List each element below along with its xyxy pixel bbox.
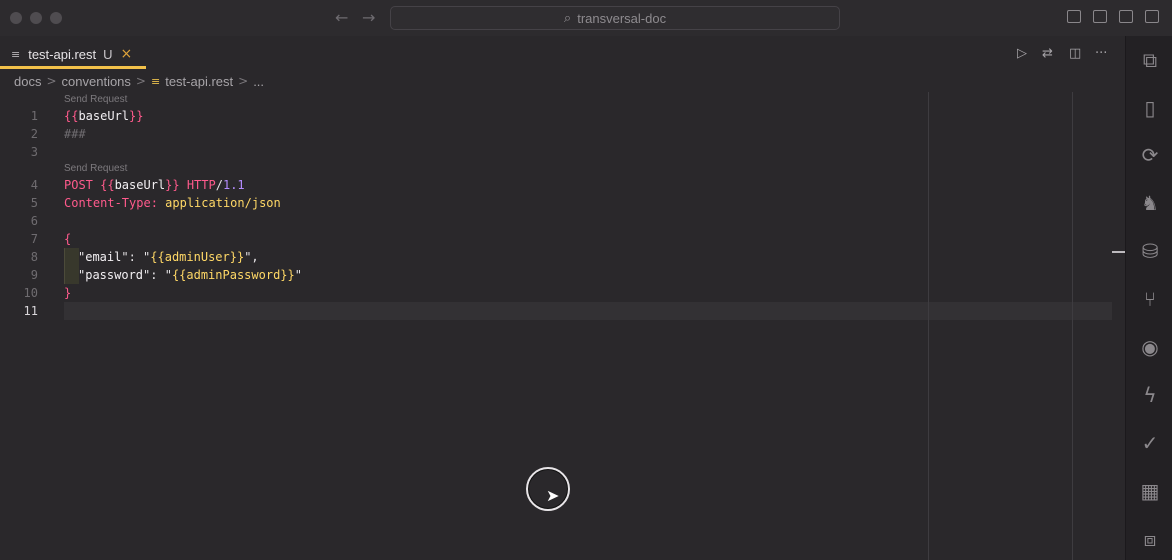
code-line-4: POST {{baseUrl}} HTTP/1.1 [64,178,245,192]
breadcrumb-conventions[interactable]: conventions [62,74,131,89]
code-line-8: "email": "{{adminUser}}", [78,250,259,264]
indent-guide [64,248,79,284]
compare-changes-icon[interactable]: ⇄ [1042,46,1053,61]
notebook-icon[interactable]: ▯ [1138,96,1162,120]
github-icon[interactable]: ◉ [1138,335,1162,359]
thunder-client-icon[interactable]: ϟ [1138,383,1162,407]
send-request-codelens[interactable]: Send Request [64,94,127,105]
editor-ruler [1072,92,1073,560]
search-icon: ⌕ [563,10,572,26]
rest-file-icon: ≡ [150,74,161,88]
send-request-codelens[interactable]: Send Request [64,163,127,174]
git-graph-icon[interactable]: ⑂ [1138,287,1162,311]
breadcrumb-symbols[interactable]: ... [253,74,264,89]
line-number: 7 [30,232,38,246]
code-line-2: ### [64,127,86,141]
line-number: 8 [30,250,38,264]
editor-ruler [928,92,929,560]
close-window-button[interactable] [10,12,22,24]
more-actions-icon[interactable]: ··· [1095,46,1107,61]
back-icon[interactable]: ← [335,8,348,27]
code-line-5: Content-Type: application/json [64,196,281,210]
workspace-name: transversal-doc [577,10,667,26]
database-icon[interactable]: ⛁ [1138,239,1162,263]
chevron-right-icon: > [238,74,249,88]
chevron-right-icon: > [46,74,57,88]
run-icon[interactable]: ▷ [1017,46,1027,61]
toggle-panel-icon[interactable] [1093,10,1107,23]
code-line-7: { [64,232,72,246]
line-number: 6 [30,214,38,228]
remote-explorer-icon[interactable]: ⧉ [1138,48,1162,72]
docker-icon[interactable]: ▦ [1138,479,1162,503]
rest-file-icon: ≡ [11,47,21,61]
source-control-icon[interactable]: ⟳ [1138,143,1162,167]
breadcrumb: docs > conventions > ≡ test-api.rest > .… [14,72,264,90]
extensions-icon[interactable]: ⧈ [1138,527,1162,551]
line-number: 3 [30,145,38,159]
toggle-secondary-sidebar-icon[interactable] [1119,10,1133,23]
mouse-cursor-icon: ➤ [546,486,560,505]
line-number: 9 [30,268,38,282]
activity-bar: ⧉ ▯ ⟳ ♞ ⛁ ⑂ ◉ ϟ ✓ ▦ ⧈ [1125,36,1172,560]
active-tab-indicator [0,66,146,69]
minimize-window-button[interactable] [30,12,42,24]
forward-icon[interactable]: → [362,8,375,27]
untracked-status: U [103,46,113,62]
editor-tab-bar: ≡ test-api.rest U × [0,36,1125,71]
chevron-right-icon: > [135,74,146,88]
tab-label: test-api.rest [28,46,97,62]
testing-icon[interactable]: ✓ [1138,431,1162,455]
overview-ruler-marker [1112,251,1125,253]
code-line-9: "password": "{{adminPassword}}" [78,268,302,282]
breadcrumb-file[interactable]: test-api.rest [165,74,233,89]
zoom-window-button[interactable] [50,12,62,24]
line-number: 5 [30,196,38,210]
title-bar: ← → ⌕ transversal-doc [0,0,1172,37]
line-number-active: 11 [23,304,38,318]
current-line-highlight [64,302,1112,320]
breadcrumb-docs[interactable]: docs [14,74,41,89]
line-number: 2 [30,127,38,141]
code-line-10: } [64,286,72,300]
line-number: 1 [30,109,38,123]
postgres-icon[interactable]: ♞ [1138,191,1162,215]
command-center-search[interactable]: ⌕ transversal-doc [390,6,840,30]
customize-layout-icon[interactable] [1145,10,1159,23]
line-number: 4 [30,178,38,192]
close-icon[interactable]: × [121,46,133,62]
code-line-1: {{baseUrl}} [64,109,144,123]
split-editor-icon[interactable]: ◫ [1069,46,1081,61]
line-number: 10 [23,286,38,300]
toggle-primary-sidebar-icon[interactable] [1067,10,1081,23]
